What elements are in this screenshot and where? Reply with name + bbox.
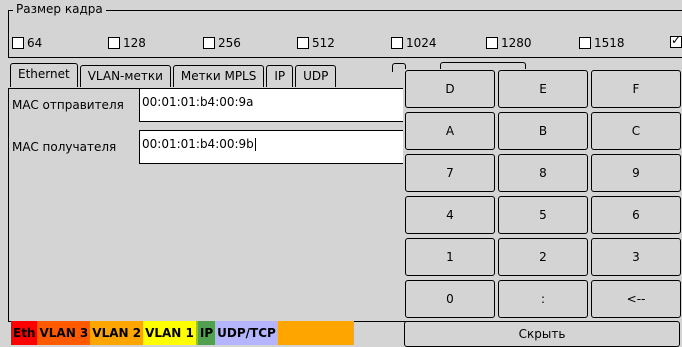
checkbox-box[interactable] [203,37,215,49]
checkbox-label: 256 [218,36,241,50]
checkbox-box[interactable] [297,37,309,49]
checkbox-64[interactable]: 64 [12,36,42,50]
checkbox-1518[interactable]: 1518 [579,36,625,50]
key-8[interactable]: 8 [498,154,588,192]
frame-size-group: Размер кадра [8,2,682,58]
dst-mac-label: MAC получателя [12,140,117,154]
status-udp-tcp: UDP/TCP [215,321,278,345]
key-7[interactable]: 7 [405,154,495,192]
key-backspace[interactable]: <-- [591,280,681,318]
checkbox-box[interactable] [12,37,24,49]
key-e[interactable]: E [498,70,588,108]
status-eth: Eth [11,321,38,345]
key-c[interactable]: C [591,112,681,150]
key-f[interactable]: F [591,70,681,108]
key-3[interactable]: 3 [591,238,681,276]
status-ip: IP [197,321,216,345]
checkbox-box[interactable] [108,37,120,49]
key-0[interactable]: 0 [405,280,495,318]
text-caret [254,138,256,151]
tab-ethernet[interactable]: Ethernet [10,63,78,87]
status-vlan2: VLAN 2 [90,321,144,345]
tab-udp[interactable]: UDP [295,65,337,87]
src-mac-label: MAC отправителя [12,98,124,112]
key-b[interactable]: B [498,112,588,150]
status-vlan3: VLAN 3 [37,321,91,345]
protocol-status-bar: Eth VLAN 3 VLAN 2 VLAN 1 IP UDP/TCP [11,321,354,345]
tab-mpls[interactable]: Метки MPLS [172,65,265,87]
dst-mac-field[interactable]: 00:01:01:b4:00:9b [139,130,405,164]
src-mac-value: 00:01:01:b4:00:9a [142,95,254,109]
key-9[interactable]: 9 [591,154,681,192]
tab-vlan[interactable]: VLAN-метки [79,65,171,87]
checkbox-label: 512 [312,36,335,50]
key-6[interactable]: 6 [591,196,681,234]
checkbox-box[interactable] [391,37,403,49]
checkbox-512[interactable]: 512 [297,36,335,50]
checkbox-box-checked[interactable] [670,33,682,48]
checkbox-1024[interactable]: 1024 [391,36,437,50]
ethernet-panel [8,88,406,322]
checkbox-box[interactable] [579,37,591,49]
protocol-tabs: Ethernet VLAN-метки Метки MPLS IP UDP [10,63,338,87]
checkbox-label: 128 [123,36,146,50]
checkbox-label: 1024 [406,36,437,50]
checkbox-128[interactable]: 128 [108,36,146,50]
key-d[interactable]: D [405,70,495,108]
key-a[interactable]: A [405,112,495,150]
frame-size-legend: Размер кадра [13,2,106,16]
checkbox-1280[interactable]: 1280 [486,36,532,50]
key-5[interactable]: 5 [498,196,588,234]
status-payload [277,321,354,345]
tab-ip[interactable]: IP [266,65,294,87]
checkbox-256[interactable]: 256 [203,36,241,50]
key-colon[interactable]: : [498,280,588,318]
key-4[interactable]: 4 [405,196,495,234]
checkbox-label: 1280 [501,36,532,50]
checkbox-custom[interactable] [670,33,682,48]
checkbox-label: 64 [27,36,43,50]
dst-mac-value: 00:01:01:b4:00:9b [142,137,254,151]
key-2[interactable]: 2 [498,238,588,276]
key-1[interactable]: 1 [405,238,495,276]
status-vlan1: VLAN 1 [143,321,196,345]
checkbox-box[interactable] [486,37,498,49]
src-mac-field[interactable]: 00:01:01:b4:00:9a [139,88,405,122]
hex-keypad: D E F A B C 7 8 9 4 5 6 1 2 3 0 : <-- [403,69,682,321]
hide-keypad-button[interactable]: Скрыть [404,321,680,347]
checkbox-label: 1518 [594,36,625,50]
